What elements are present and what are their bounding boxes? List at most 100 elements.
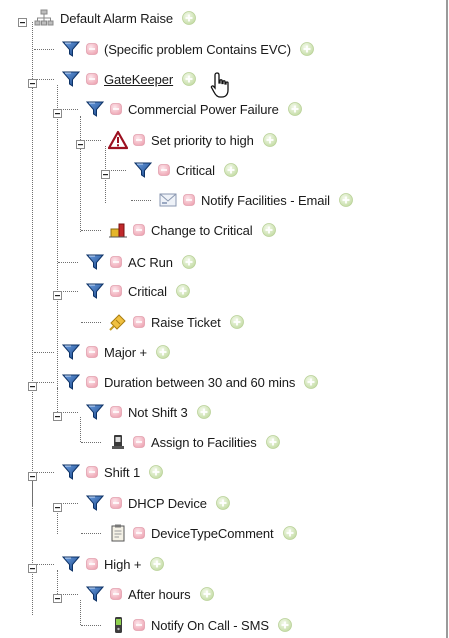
add-child-icon[interactable] [282, 525, 298, 541]
disable-toggle-icon[interactable] [86, 466, 98, 478]
tree-node-label: (Specific problem Contains EVC) [104, 41, 291, 57]
tree-node-commercial-power-failure[interactable]: Commercial Power Failure [85, 98, 303, 120]
tree-connector-line [34, 49, 54, 50]
tree-node-duration-between-30-and-60-mins[interactable]: Duration between 30 and 60 mins [61, 371, 319, 393]
disable-toggle-icon[interactable] [86, 558, 98, 570]
tree-node-major[interactable]: Major + [61, 341, 171, 363]
tree-connector-line [58, 262, 78, 263]
disable-toggle-icon[interactable] [86, 376, 98, 388]
tree-node-critical[interactable]: Critical [133, 159, 239, 181]
disable-toggle-icon[interactable] [86, 73, 98, 85]
panel-border [446, 0, 448, 638]
filter-icon [85, 493, 105, 513]
hand-pointer-cursor-icon [209, 71, 235, 103]
tree-node-label: Set priority to high [151, 132, 254, 148]
add-child-icon[interactable] [303, 374, 319, 390]
collapse-toggle-icon[interactable] [53, 499, 62, 508]
add-child-icon[interactable] [299, 41, 315, 57]
tree-node-label[interactable]: GateKeeper [104, 72, 173, 87]
disable-toggle-icon[interactable] [183, 194, 195, 206]
add-child-icon[interactable] [262, 132, 278, 148]
add-child-icon[interactable] [181, 10, 197, 26]
tree-node-assign-to-facilities[interactable]: Assign to Facilities [108, 431, 281, 453]
disable-toggle-icon[interactable] [110, 497, 122, 509]
add-child-icon[interactable] [215, 495, 231, 511]
tree-node-label: Not Shift 3 [128, 404, 188, 420]
disable-toggle-icon[interactable] [110, 406, 122, 418]
add-child-icon[interactable] [181, 71, 197, 87]
tree-node-label: Critical [176, 162, 215, 178]
add-child-icon[interactable] [223, 162, 239, 178]
add-child-icon[interactable] [338, 192, 354, 208]
tree-node-notify-on-call-sms[interactable]: Notify On Call - SMS [108, 614, 293, 636]
collapse-toggle-icon[interactable] [18, 14, 27, 23]
collapse-toggle-icon[interactable] [76, 136, 85, 145]
collapse-toggle-icon[interactable] [28, 75, 37, 84]
collapse-toggle-icon[interactable] [53, 408, 62, 417]
tree-node-raise-ticket[interactable]: Raise Ticket [108, 311, 245, 333]
collapse-toggle-icon[interactable] [53, 287, 62, 296]
add-child-icon[interactable] [229, 314, 245, 330]
filter-icon [61, 69, 81, 89]
disable-toggle-icon[interactable] [110, 285, 122, 297]
tree-node-label: High + [104, 556, 142, 572]
filter-icon [61, 342, 81, 362]
tree-node-devicetypecomment[interactable]: DeviceTypeComment [108, 522, 298, 544]
tree-node-label: Raise Ticket [151, 314, 221, 330]
tree-connector-line [32, 22, 33, 615]
add-child-icon[interactable] [155, 344, 171, 360]
disable-toggle-icon[interactable] [133, 436, 145, 448]
collapse-toggle-icon[interactable] [53, 590, 62, 599]
collapse-toggle-icon[interactable] [28, 560, 37, 569]
disable-toggle-icon[interactable] [110, 588, 122, 600]
disable-toggle-icon[interactable] [110, 103, 122, 115]
disable-toggle-icon[interactable] [158, 164, 170, 176]
add-child-icon[interactable] [148, 464, 164, 480]
add-child-icon[interactable] [149, 556, 165, 572]
disable-toggle-icon[interactable] [133, 134, 145, 146]
collapse-toggle-icon[interactable] [53, 105, 62, 114]
add-child-icon[interactable] [196, 404, 212, 420]
disable-toggle-icon[interactable] [86, 43, 98, 55]
tree-node-label: Shift 1 [104, 464, 141, 480]
tree-node-critical[interactable]: Critical [85, 280, 191, 302]
tree-node-after-hours[interactable]: After hours [85, 583, 215, 605]
add-child-icon[interactable] [287, 101, 303, 117]
tree-node-dhcp-device[interactable]: DHCP Device [85, 492, 231, 514]
disable-toggle-icon[interactable] [86, 346, 98, 358]
add-child-icon[interactable] [199, 586, 215, 602]
tree-node-gatekeeper[interactable]: GateKeeper [61, 68, 197, 90]
collapse-toggle-icon[interactable] [28, 468, 37, 477]
tree-node-change-to-critical[interactable]: Change to Critical [108, 219, 277, 241]
disable-toggle-icon[interactable] [133, 224, 145, 236]
add-child-icon[interactable] [181, 254, 197, 270]
tree-node-high[interactable]: High + [61, 553, 165, 575]
tree-node-default-alarm-raise[interactable]: Default Alarm Raise [34, 7, 197, 29]
collapse-toggle-icon[interactable] [28, 378, 37, 387]
tree-node-shift-1[interactable]: Shift 1 [61, 461, 164, 483]
filter-icon [133, 160, 153, 180]
tree-connector-line [81, 442, 101, 443]
add-child-icon[interactable] [277, 617, 293, 633]
tree-node-label: Change to Critical [151, 222, 253, 238]
filter-icon [85, 252, 105, 272]
disable-toggle-icon[interactable] [133, 316, 145, 328]
tree-node-notify-facilities-email[interactable]: Notify Facilities - Email [158, 189, 354, 211]
tree-node-not-shift-3[interactable]: Not Shift 3 [85, 401, 212, 423]
add-child-icon[interactable] [175, 283, 191, 299]
filter-icon [85, 584, 105, 604]
add-child-icon[interactable] [265, 434, 281, 450]
tree-node-ac-run[interactable]: AC Run [85, 251, 197, 273]
collapse-toggle-icon[interactable] [101, 166, 110, 175]
disable-toggle-icon[interactable] [133, 527, 145, 539]
tree-node-specific-problem-contains-evc[interactable]: (Specific problem Contains EVC) [61, 38, 315, 60]
tree-connector-line [81, 533, 101, 534]
disable-toggle-icon[interactable] [110, 256, 122, 268]
tree-connector-line [34, 564, 54, 565]
severity-change-icon [108, 220, 128, 240]
tree-node-set-priority-to-high[interactable]: Set priority to high [108, 129, 278, 151]
filter-icon [61, 462, 81, 482]
disable-toggle-icon[interactable] [133, 619, 145, 631]
tree-node-label: Notify On Call - SMS [151, 617, 269, 633]
add-child-icon[interactable] [261, 222, 277, 238]
